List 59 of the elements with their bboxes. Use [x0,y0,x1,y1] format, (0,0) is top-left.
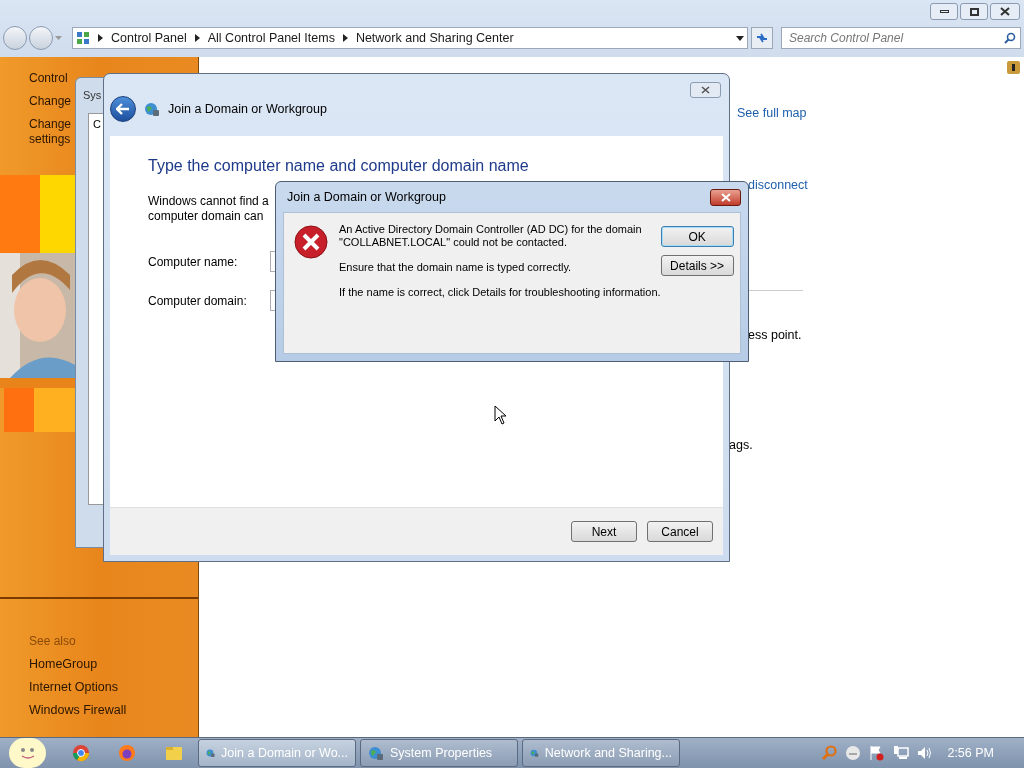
back-button[interactable] [110,96,136,122]
breadcrumb[interactable]: Control Panel [111,28,187,48]
sidebar-link[interactable]: Control [29,71,68,86]
error-message: If the name is correct, click Details for troubleshooting information. [339,286,661,299]
browser-icon[interactable] [118,744,136,762]
chevron-icon[interactable] [194,34,200,42]
section-heading: See also [29,634,77,649]
dialog-title: Join a Domain or Workgroup [287,188,446,206]
close-button[interactable] [710,188,741,206]
sidebar-link[interactable]: HomeGroup [29,657,127,672]
dialog-button[interactable]: OK [660,226,734,247]
close-icon [720,192,731,202]
dialog-title: Join a Domain or Workgroup [168,100,327,118]
tab[interactable]: C [93,116,101,133]
instruction-text: Windows cannot find a computer domain can [148,194,269,224]
network-globe-icon [144,101,160,117]
sidebar-link[interactable]: Change [29,94,72,109]
description-text: ess point. [748,327,802,344]
flag-icon[interactable] [869,745,886,761]
close-icon [1000,7,1010,16]
field-label: Computer domain: [148,292,248,310]
breadcrumb[interactable]: Network and Sharing Center [355,28,514,48]
disconnect-link[interactable]: disconnect [748,176,808,195]
browser-icon[interactable] [72,744,90,762]
error-icon [294,225,328,259]
sidebar-link[interactable]: Change settings [29,117,72,147]
dialog-button[interactable]: Next [571,521,637,542]
error-message: Ensure that the domain name is typed correctly. [339,261,573,274]
restore-button[interactable] [960,3,988,20]
chevron-icon[interactable] [98,34,103,42]
minimize-button[interactable] [930,3,958,20]
dialog-heading: Type the computer name and computer domain name [148,156,530,176]
sidebar-link[interactable]: Internet Options [29,680,127,695]
search-icon[interactable] [1004,32,1016,44]
search-field[interactable]: Search Control Panel [781,27,1021,49]
sidebar-link[interactable]: Windows Firewall [29,703,127,718]
mouse-pointer-icon [494,405,507,425]
chevron-icon[interactable] [342,34,348,42]
caret-icon[interactable] [736,35,744,41]
back-arrow-icon [116,103,130,115]
network-icon[interactable] [893,745,910,761]
refresh-button[interactable] [751,27,773,49]
refresh-icon [755,32,769,44]
close-button[interactable] [990,3,1020,20]
window-title: Sys [83,88,102,103]
network-globe-icon [368,745,384,761]
dialog-button[interactable]: Cancel [647,521,713,542]
close-icon [701,86,710,94]
control-panel-icon [76,31,90,45]
speaker-icon[interactable] [917,745,934,761]
close-button[interactable] [690,82,721,98]
see-full-map-link[interactable]: See full map [737,104,807,123]
field-label: Computer name: [148,253,239,271]
error-message: An Active Directory Domain Controller (AD DC) for the domain "COLLABNET.LOCAL" could not be contacted. [339,223,643,249]
breadcrumb[interactable]: All Control Panel Items [207,28,335,48]
dialog-button[interactable]: Details >> [660,255,734,276]
start-button[interactable] [9,738,46,768]
address-bar[interactable]: Control Panel All Control Panel Items Network and Sharing Center [72,27,748,49]
description-text: ags. [729,437,753,454]
